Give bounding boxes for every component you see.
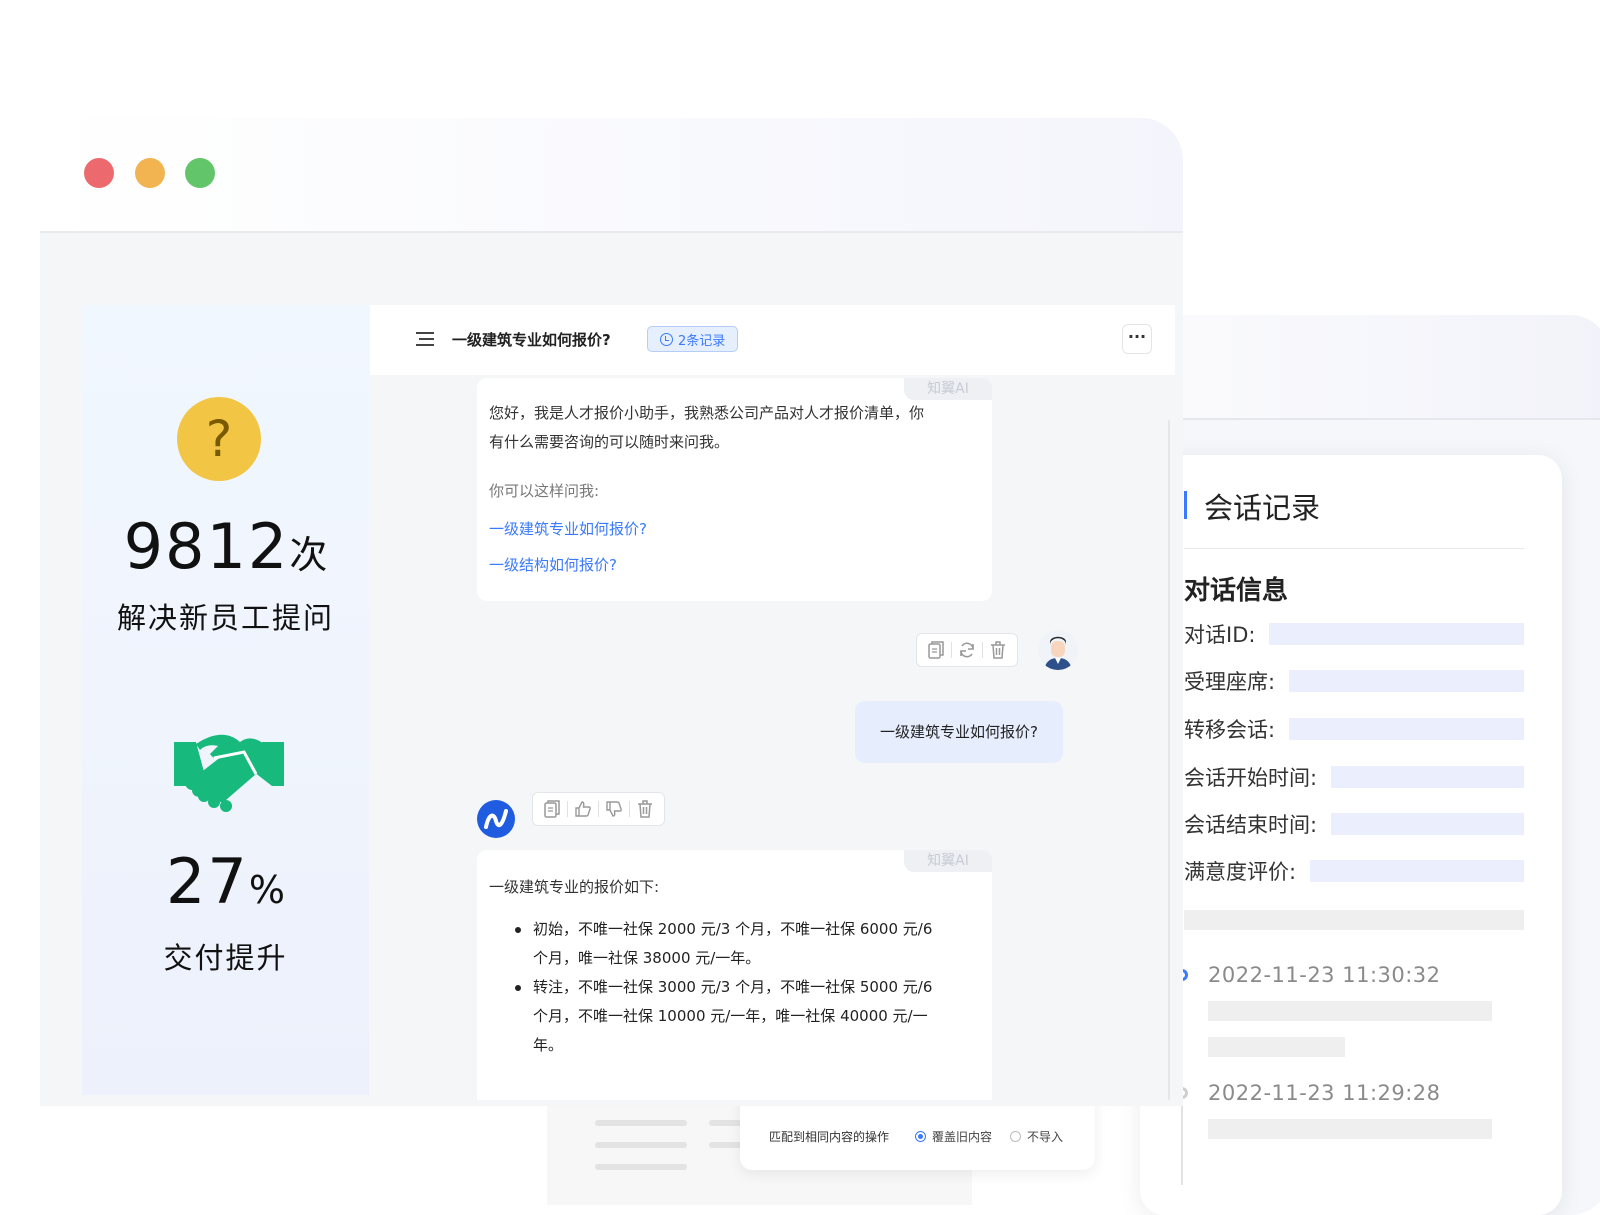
field-dialog-id: 对话ID: <box>1184 621 1524 647</box>
copy-icon[interactable] <box>923 639 949 661</box>
answer-line: 转注，不唯一社保 3000 元/3 个月，不唯一社保 5000 元/6 <box>533 978 933 996</box>
thumbs-up-icon[interactable] <box>570 798 596 820</box>
chat-scrollbar[interactable] <box>1168 420 1170 1100</box>
field-agent: 受理座席: <box>1184 668 1524 694</box>
field-value-placeholder <box>1289 670 1524 692</box>
ai-badge: 知翼AI <box>904 850 992 872</box>
user-message-toolbar <box>916 633 1018 667</box>
delivery-value: 27 <box>165 845 249 918</box>
window-titlebar <box>40 118 1183 233</box>
user-avatar <box>1038 630 1078 670</box>
radio-unselected-icon <box>1010 1131 1021 1142</box>
section-divider-block <box>1184 910 1524 930</box>
questions-unit: 次 <box>289 533 328 577</box>
toolbar-separator <box>629 801 630 817</box>
answer-intro: 一级建筑专业的报价如下: <box>489 878 660 896</box>
greeting-hint: 你可以这样问我: <box>489 482 600 500</box>
refresh-icon[interactable] <box>954 639 980 661</box>
chat-panel: 一级建筑专业如何报价? 2条记录 ··· 知翼AI 您好，我是人才报价小助手，我… <box>370 305 1175 1100</box>
questions-count: 9812 <box>123 510 290 583</box>
delete-icon[interactable] <box>632 798 658 820</box>
radio-label: 不导入 <box>1027 1130 1064 1144</box>
timeline-content-placeholder <box>1208 1037 1345 1057</box>
radio-skip[interactable]: 不导入 <box>1010 1128 1063 1145</box>
toolbar-separator <box>567 801 568 817</box>
field-label: 转移会话: <box>1184 718 1276 742</box>
clock-icon <box>660 332 673 346</box>
timeline-content-placeholder <box>1208 1001 1492 1021</box>
dialog-info-heading: 对话信息 <box>1184 576 1289 606</box>
radio-label: 覆盖旧内容 <box>932 1130 993 1144</box>
greeting-line: 您好，我是人才报价小助手，我熟悉公司产品对人才报价清单，你 <box>489 404 925 422</box>
field-label: 满意度评价: <box>1184 860 1297 884</box>
thumbs-down-icon[interactable] <box>601 798 627 820</box>
delete-icon[interactable] <box>985 639 1011 661</box>
session-record-title: 会话记录 <box>1204 491 1321 525</box>
field-value-placeholder <box>1310 860 1524 882</box>
close-window-button[interactable] <box>84 158 114 188</box>
field-label: 对话ID: <box>1184 623 1256 647</box>
radio-overwrite[interactable]: 覆盖旧内容 <box>915 1128 992 1145</box>
menu-icon[interactable] <box>416 332 434 346</box>
assistant-message-toolbar <box>532 792 665 826</box>
title-accent-line <box>1184 491 1187 519</box>
answer-list: 初始，不唯一社保 2000 元/3 个月，不唯一社保 6000 元/6 个月，唯… <box>515 915 975 1060</box>
assistant-answer-bubble: 知翼AI 一级建筑专业的报价如下: 初始，不唯一社保 2000 元/3 个月，不… <box>477 850 992 1100</box>
answer-item: 初始，不唯一社保 2000 元/3 个月，不唯一社保 6000 元/6 个月，唯… <box>515 915 975 973</box>
toolbar-separator <box>951 642 952 658</box>
user-message-bubble: 一级建筑专业如何报价? <box>855 701 1063 763</box>
field-satisfaction: 满意度评价: <box>1184 858 1524 884</box>
stats-panel: ? 9812次 解决新员工提问 27% 交付提升 <box>82 305 369 1095</box>
delivery-unit: % <box>248 868 285 912</box>
answer-item: 转注，不唯一社保 3000 元/3 个月，不唯一社保 5000 元/6 个月，不… <box>515 973 975 1060</box>
toolbar-separator <box>598 801 599 817</box>
field-label: 会话开始时间: <box>1184 766 1318 790</box>
greeting-line: 有什么需要咨询的可以随时来问我。 <box>489 433 730 451</box>
field-value-placeholder <box>1331 813 1524 835</box>
list-line <box>595 1164 687 1170</box>
field-value-placeholder <box>1289 718 1524 740</box>
answer-line: 初始，不唯一社保 2000 元/3 个月，不唯一社保 6000 元/6 <box>533 920 933 938</box>
field-transfer: 转移会话: <box>1184 716 1524 742</box>
background-window-titlebar <box>1140 315 1600 420</box>
import-options-label: 匹配到相同内容的操作 <box>769 1130 890 1144</box>
answer-line: 个月，不唯一社保 10000 元/一年，唯一社保 40000 元/一 <box>533 1007 928 1025</box>
list-line <box>595 1142 687 1148</box>
questions-stat: 9812次 <box>82 510 369 583</box>
field-value-placeholder <box>1331 766 1524 788</box>
suggested-question-link[interactable]: 一级结构如何报价? <box>489 554 617 575</box>
field-start-time: 会话开始时间: <box>1184 764 1524 790</box>
divider <box>1184 548 1524 549</box>
timeline-content-placeholder <box>1208 1119 1492 1139</box>
minimize-window-button[interactable] <box>135 158 165 188</box>
toolbar-separator <box>982 642 983 658</box>
maximize-window-button[interactable] <box>185 158 215 188</box>
copy-icon[interactable] <box>539 798 565 820</box>
field-label: 会话结束时间: <box>1184 813 1318 837</box>
handshake-icon <box>174 734 284 812</box>
answer-line: 年。 <box>533 1036 564 1054</box>
more-button[interactable]: ··· <box>1122 324 1152 354</box>
session-record-card: 会话记录 对话信息 对话ID: 受理座席: 转移会话: 会话开始时间: 会话结束… <box>1140 455 1562 1215</box>
record-count-tag[interactable]: 2条记录 <box>647 326 739 352</box>
timeline-timestamp[interactable]: 2022-11-23 11:29:28 <box>1208 1081 1441 1105</box>
suggested-question-link[interactable]: 一级建筑专业如何报价? <box>489 518 647 539</box>
delivery-label: 交付提升 <box>163 941 288 975</box>
assistant-greeting-bubble: 知翼AI 您好，我是人才报价小助手，我熟悉公司产品对人才报价清单，你 有什么需要… <box>477 378 992 601</box>
ai-badge: 知翼AI <box>904 378 992 400</box>
questions-label: 解决新员工提问 <box>116 601 334 635</box>
field-value-placeholder <box>1269 623 1524 645</box>
assistant-logo-icon <box>477 800 515 838</box>
timeline-timestamp[interactable]: 2022-11-23 11:30:32 <box>1208 963 1441 987</box>
chat-title: 一级建筑专业如何报价? <box>452 331 611 349</box>
record-count-label: 2条记录 <box>678 333 726 349</box>
answer-line: 个月，唯一社保 38000 元/一年。 <box>533 949 761 967</box>
radio-selected-icon <box>915 1131 926 1142</box>
question-icon: ? <box>177 397 261 481</box>
field-label: 受理座席: <box>1184 670 1276 694</box>
list-line <box>595 1120 687 1126</box>
chat-header: 一级建筑专业如何报价? 2条记录 ··· <box>370 305 1175 375</box>
field-end-time: 会话结束时间: <box>1184 811 1524 837</box>
delivery-stat: 27% <box>82 845 369 918</box>
